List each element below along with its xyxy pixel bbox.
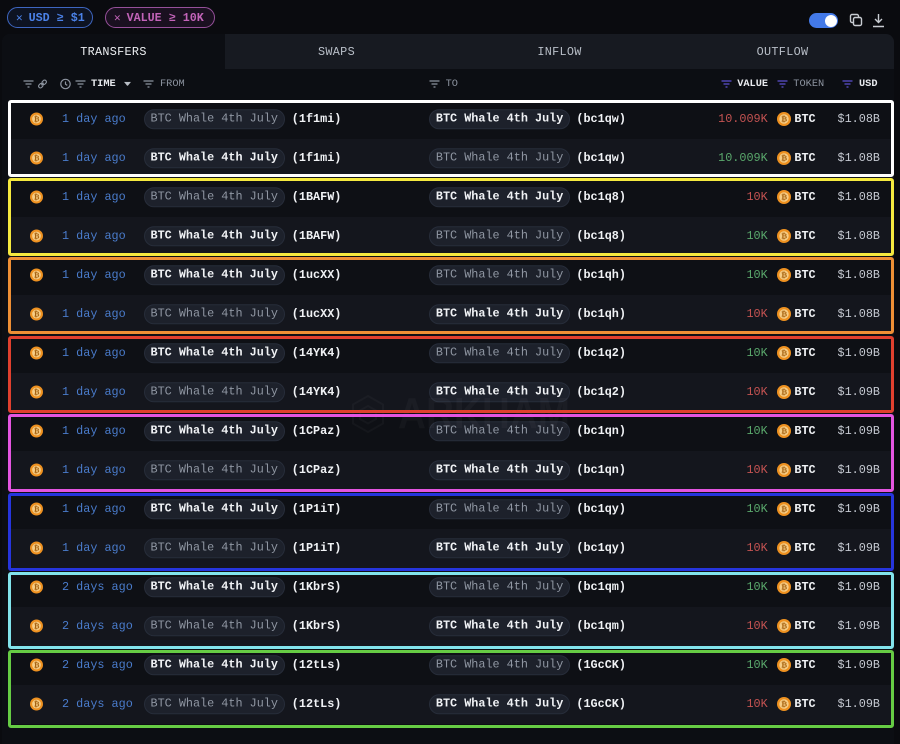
svg-text:₿: ₿: [34, 622, 40, 630]
svg-text:₿: ₿: [781, 661, 787, 670]
svg-text:₿: ₿: [34, 427, 40, 435]
svg-text:₿: ₿: [781, 271, 787, 280]
svg-text:₿: ₿: [34, 583, 40, 591]
svg-text:₿: ₿: [34, 349, 40, 357]
svg-text:₿: ₿: [781, 115, 787, 124]
svg-text:₿: ₿: [781, 700, 787, 709]
svg-text:₿: ₿: [781, 310, 787, 319]
svg-text:₿: ₿: [781, 388, 787, 397]
svg-text:₿: ₿: [781, 427, 787, 436]
svg-text:₿: ₿: [781, 505, 787, 514]
svg-text:₿: ₿: [781, 154, 787, 163]
svg-text:₿: ₿: [34, 388, 40, 396]
svg-text:₿: ₿: [34, 310, 40, 318]
svg-text:₿: ₿: [34, 115, 40, 123]
svg-text:₿: ₿: [34, 661, 40, 669]
svg-text:₿: ₿: [34, 466, 40, 474]
svg-text:₿: ₿: [34, 193, 40, 201]
svg-text:₿: ₿: [781, 544, 787, 553]
svg-text:₿: ₿: [34, 544, 40, 552]
svg-text:₿: ₿: [781, 622, 787, 631]
svg-text:₿: ₿: [34, 271, 40, 279]
svg-text:₿: ₿: [34, 154, 40, 162]
svg-text:₿: ₿: [781, 466, 787, 475]
svg-text:₿: ₿: [781, 232, 787, 241]
svg-text:₿: ₿: [34, 700, 40, 708]
svg-text:₿: ₿: [781, 583, 787, 592]
svg-text:₿: ₿: [781, 349, 787, 358]
svg-text:₿: ₿: [34, 505, 40, 513]
svg-text:₿: ₿: [781, 193, 787, 202]
svg-text:₿: ₿: [34, 232, 40, 240]
